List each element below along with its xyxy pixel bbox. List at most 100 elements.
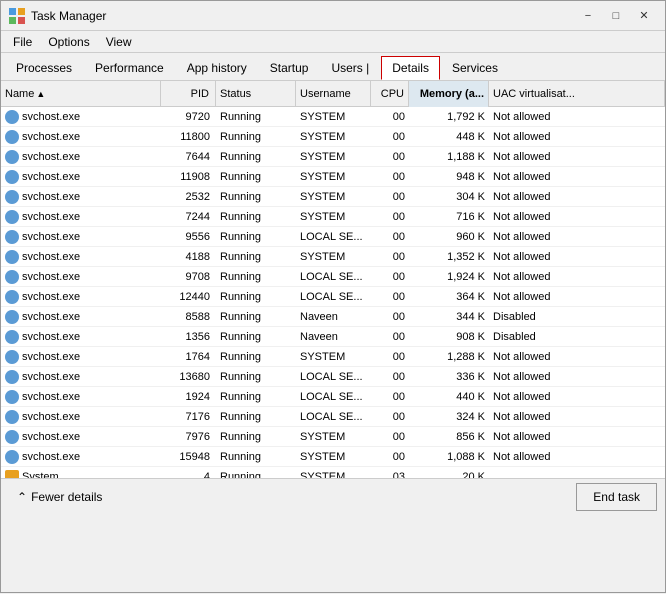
cell-status: Running <box>216 347 296 367</box>
table-row[interactable]: svchost.exe 7976 Running SYSTEM 00 856 K… <box>1 427 665 447</box>
tab-details[interactable]: Details <box>381 56 440 80</box>
cell-memory: 1,088 K <box>409 447 489 467</box>
table-row[interactable]: svchost.exe 15948 Running SYSTEM 00 1,08… <box>1 447 665 467</box>
cell-cpu: 00 <box>371 247 409 267</box>
table-row[interactable]: svchost.exe 2532 Running SYSTEM 00 304 K… <box>1 187 665 207</box>
table-row[interactable]: System 4 Running SYSTEM 03 20 K <box>1 467 665 478</box>
table-row[interactable]: svchost.exe 12440 Running LOCAL SE... 00… <box>1 287 665 307</box>
cell-pid: 2532 <box>161 187 216 207</box>
cell-cpu: 00 <box>371 447 409 467</box>
cell-uac: Not allowed <box>489 227 665 247</box>
col-header-uac[interactable]: UAC virtualisat... <box>489 81 665 107</box>
cell-name: svchost.exe <box>1 287 161 307</box>
cell-pid: 11908 <box>161 167 216 187</box>
cell-memory: 1,924 K <box>409 267 489 287</box>
tab-processes[interactable]: Processes <box>5 56 83 80</box>
table-row[interactable]: svchost.exe 7244 Running SYSTEM 00 716 K… <box>1 207 665 227</box>
cell-status: Running <box>216 327 296 347</box>
cell-name: svchost.exe <box>1 107 161 127</box>
cell-status: Running <box>216 247 296 267</box>
cell-cpu: 00 <box>371 367 409 387</box>
table-row[interactable]: svchost.exe 9720 Running SYSTEM 00 1,792… <box>1 107 665 127</box>
col-header-cpu[interactable]: CPU <box>371 81 409 107</box>
tab-app-history[interactable]: App history <box>176 56 258 80</box>
cell-pid: 7644 <box>161 147 216 167</box>
main-content: Name ▲ PID Status Username CPU Memory (a… <box>1 81 665 594</box>
menu-item-view[interactable]: View <box>98 33 140 51</box>
table-row[interactable]: svchost.exe 4188 Running SYSTEM 00 1,352… <box>1 247 665 267</box>
cell-status: Running <box>216 427 296 447</box>
cell-name: svchost.exe <box>1 247 161 267</box>
end-task-button[interactable]: End task <box>576 483 657 511</box>
col-header-status[interactable]: Status <box>216 81 296 107</box>
table-row[interactable]: svchost.exe 13680 Running LOCAL SE... 00… <box>1 367 665 387</box>
process-icon <box>5 350 19 364</box>
cell-username: SYSTEM <box>296 247 371 267</box>
cell-uac: Not allowed <box>489 347 665 367</box>
tab-services[interactable]: Services <box>441 56 509 80</box>
cell-uac: Not allowed <box>489 187 665 207</box>
cell-cpu: 00 <box>371 187 409 207</box>
cell-username: SYSTEM <box>296 167 371 187</box>
cell-status: Running <box>216 407 296 427</box>
cell-username: SYSTEM <box>296 427 371 447</box>
menu-item-file[interactable]: File <box>5 33 40 51</box>
table-row[interactable]: svchost.exe 11908 Running SYSTEM 00 948 … <box>1 167 665 187</box>
close-button[interactable]: ✕ <box>631 5 657 27</box>
cell-pid: 8588 <box>161 307 216 327</box>
process-icon <box>5 270 19 284</box>
tab-bar: ProcessesPerformanceApp historyStartupUs… <box>1 53 665 81</box>
cell-name: svchost.exe <box>1 407 161 427</box>
column-header-bar: Name ▲ PID Status Username CPU Memory (a… <box>1 81 665 107</box>
cell-cpu: 00 <box>371 287 409 307</box>
cell-username: LOCAL SE... <box>296 367 371 387</box>
cell-cpu: 00 <box>371 107 409 127</box>
tab-performance[interactable]: Performance <box>84 56 175 80</box>
cell-uac: Not allowed <box>489 147 665 167</box>
maximize-button[interactable]: □ <box>603 5 629 27</box>
menu-bar: FileOptionsView <box>1 31 665 53</box>
fewer-details-button[interactable]: ⌃ Fewer details <box>9 486 110 508</box>
cell-cpu: 00 <box>371 387 409 407</box>
cell-status: Running <box>216 167 296 187</box>
cell-username: LOCAL SE... <box>296 267 371 287</box>
title-bar: Task Manager − □ ✕ <box>1 1 665 31</box>
table-row[interactable]: svchost.exe 1356 Running Naveen 00 908 K… <box>1 327 665 347</box>
tab-startup[interactable]: Startup <box>259 56 320 80</box>
cell-status: Running <box>216 207 296 227</box>
cell-pid: 4 <box>161 467 216 479</box>
cell-uac: Not allowed <box>489 427 665 447</box>
table-row[interactable]: svchost.exe 7176 Running LOCAL SE... 00 … <box>1 407 665 427</box>
process-icon <box>5 330 19 344</box>
minimize-button[interactable]: − <box>575 5 601 27</box>
cell-username: SYSTEM <box>296 127 371 147</box>
col-header-pid[interactable]: PID <box>161 81 216 107</box>
cell-uac: Not allowed <box>489 127 665 147</box>
cell-name: svchost.exe <box>1 127 161 147</box>
cell-pid: 9556 <box>161 227 216 247</box>
menu-item-options[interactable]: Options <box>40 33 97 51</box>
cell-pid: 9708 <box>161 267 216 287</box>
cell-name: svchost.exe <box>1 227 161 247</box>
cell-uac: Not allowed <box>489 247 665 267</box>
table-row[interactable]: svchost.exe 11800 Running SYSTEM 00 448 … <box>1 127 665 147</box>
table-row[interactable]: svchost.exe 8588 Running Naveen 00 344 K… <box>1 307 665 327</box>
col-header-memory[interactable]: Memory (a... <box>409 81 489 107</box>
table-row[interactable]: svchost.exe 1764 Running SYSTEM 00 1,288… <box>1 347 665 367</box>
cell-cpu: 00 <box>371 127 409 147</box>
cell-pid: 1764 <box>161 347 216 367</box>
tab-users--[interactable]: Users | <box>320 56 380 80</box>
cell-uac: Disabled <box>489 307 665 327</box>
cell-cpu: 00 <box>371 347 409 367</box>
cell-memory: 336 K <box>409 367 489 387</box>
col-header-name[interactable]: Name ▲ <box>1 81 161 107</box>
table-row[interactable]: svchost.exe 1924 Running LOCAL SE... 00 … <box>1 387 665 407</box>
table-row[interactable]: svchost.exe 9556 Running LOCAL SE... 00 … <box>1 227 665 247</box>
table-row[interactable]: svchost.exe 7644 Running SYSTEM 00 1,188… <box>1 147 665 167</box>
process-table: svchost.exe 9720 Running SYSTEM 00 1,792… <box>1 107 665 478</box>
cell-username: LOCAL SE... <box>296 387 371 407</box>
process-icon <box>5 170 19 184</box>
col-header-username[interactable]: Username <box>296 81 371 107</box>
table-row[interactable]: svchost.exe 9708 Running LOCAL SE... 00 … <box>1 267 665 287</box>
process-icon <box>5 110 19 124</box>
